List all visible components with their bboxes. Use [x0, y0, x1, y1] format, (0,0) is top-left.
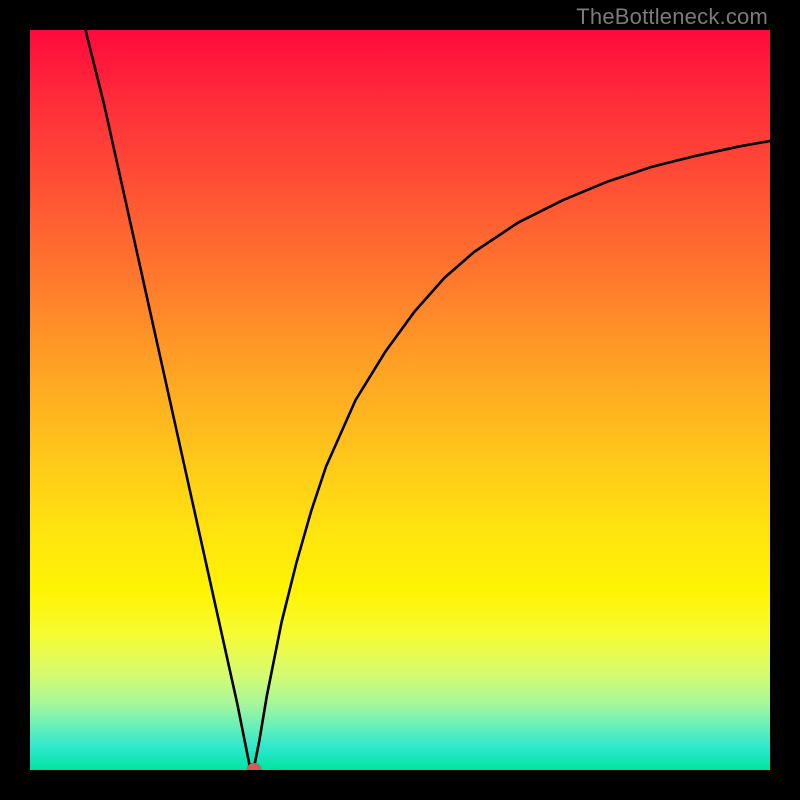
- optimal-point-marker: [247, 763, 261, 770]
- plot-area: [30, 30, 770, 770]
- bottleneck-curve: [30, 30, 770, 770]
- chart-frame: TheBottleneck.com: [0, 0, 800, 800]
- watermark-text: TheBottleneck.com: [576, 4, 768, 30]
